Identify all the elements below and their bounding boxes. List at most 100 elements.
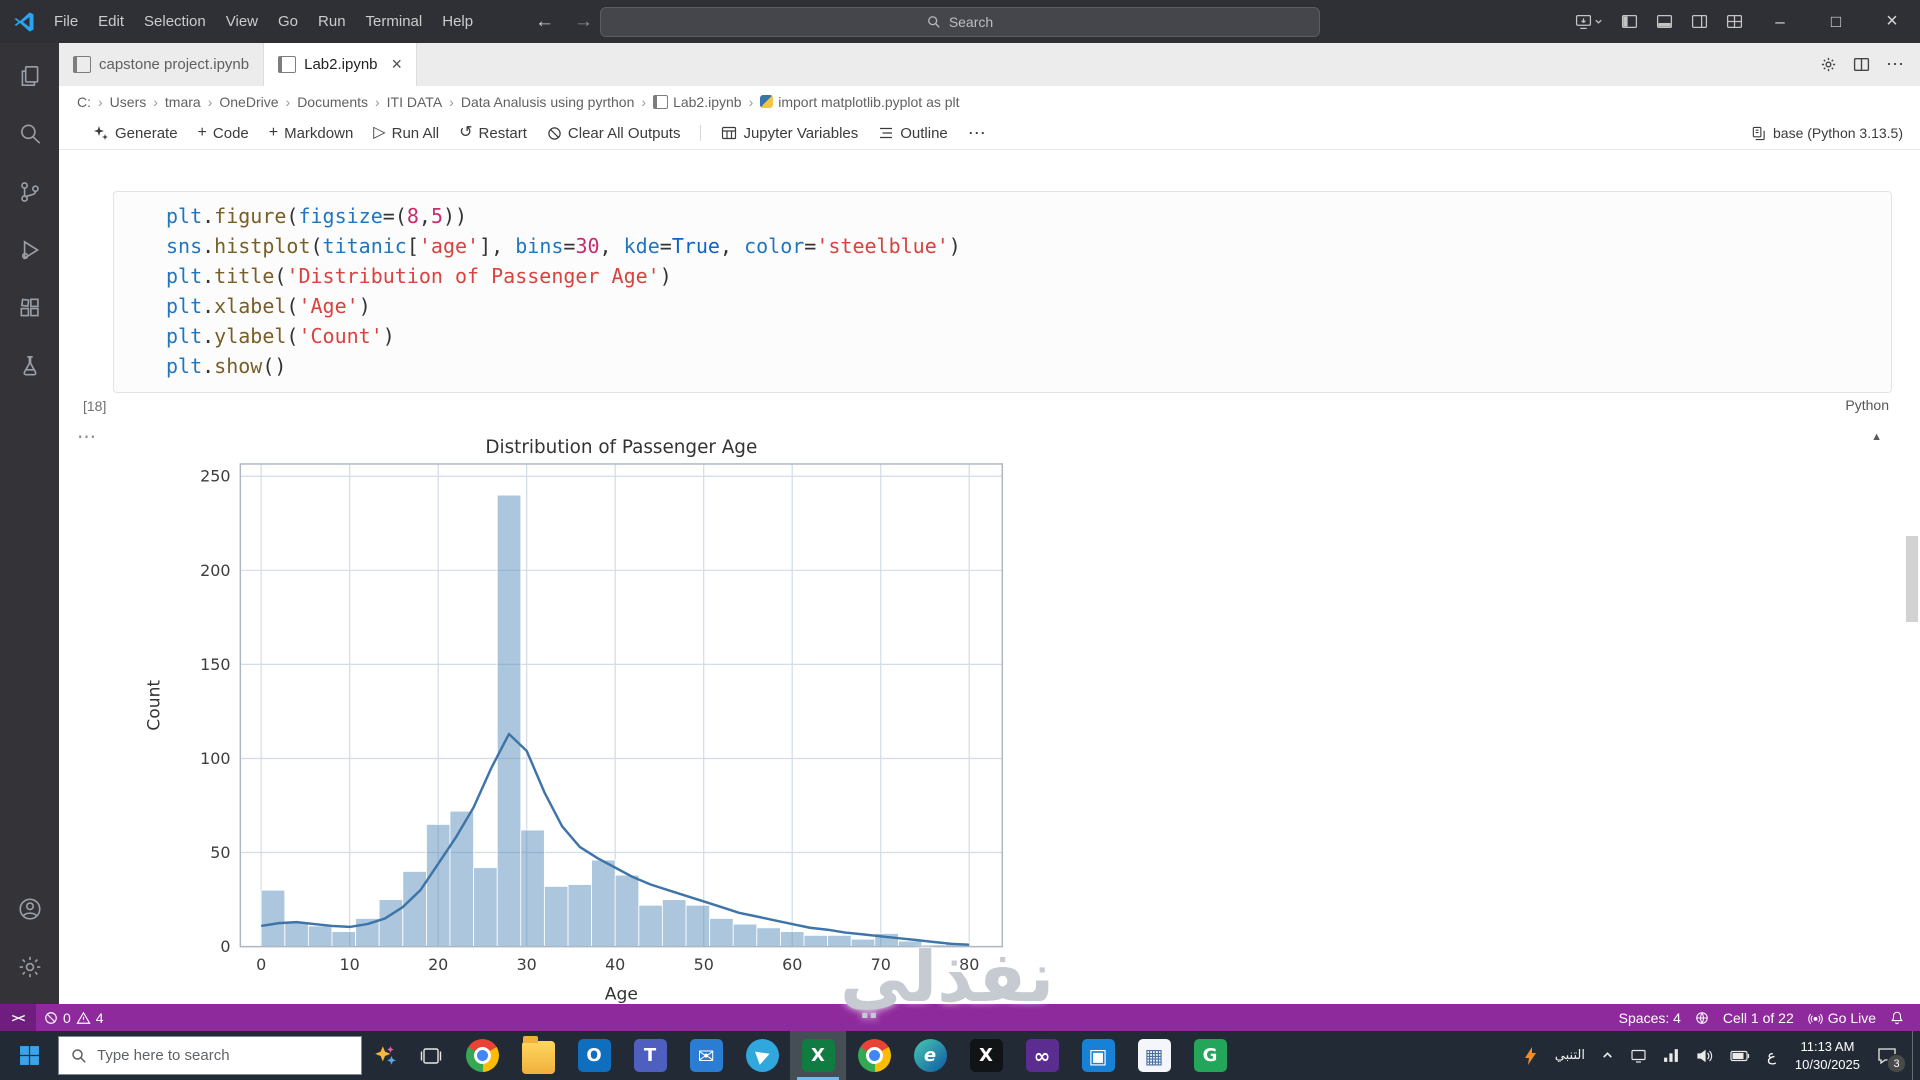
taskbar-app-chrome-2[interactable]	[846, 1031, 902, 1080]
breadcrumb: C:›Users›tmara›OneDrive›Documents›ITI DA…	[59, 86, 1920, 117]
taskbar-app-visual-studio[interactable]: ∞	[1014, 1031, 1070, 1080]
taskbar-app-excel[interactable]: X	[790, 1031, 846, 1080]
taskbar-app-file-explorer[interactable]	[510, 1031, 566, 1080]
more-actions-icon[interactable]: ⋯	[1886, 54, 1904, 75]
breadcrumb-item[interactable]: tmara	[165, 94, 201, 110]
tab-bar-tabs: capstone project.ipynbLab2.ipynb×	[59, 43, 417, 86]
run-all-button[interactable]: ▷ Run All	[373, 125, 439, 142]
taskbar-app-photos[interactable]: ▣	[1070, 1031, 1126, 1080]
notebook-toolbar: Generate + Code + Markdown ▷ Run All ↺ R…	[59, 117, 1920, 150]
kernel-picker[interactable]: base (Python 3.13.5)	[1751, 125, 1905, 141]
search-view-icon[interactable]	[6, 111, 54, 157]
search-input[interactable]: Search	[600, 7, 1320, 37]
menu-edit[interactable]: Edit	[88, 0, 134, 43]
globe-icon[interactable]	[1695, 1011, 1709, 1025]
search-icon	[927, 15, 941, 29]
explorer-icon[interactable]	[6, 53, 54, 99]
notifications-bell-icon[interactable]	[1890, 1010, 1904, 1025]
output-actions-icon[interactable]: ⋯	[77, 426, 97, 449]
customize-layout-icon[interactable]	[1566, 13, 1612, 30]
add-code-cell-button[interactable]: + Code	[198, 125, 249, 142]
tray-app-icon[interactable]	[1515, 1031, 1547, 1080]
network-signal-icon[interactable]	[1655, 1031, 1688, 1080]
breadcrumb-item[interactable]: Documents	[297, 94, 368, 110]
problems-indicator[interactable]: 0 4	[36, 1010, 112, 1026]
tray-ime-label[interactable]: التنبي	[1547, 1031, 1593, 1080]
notebook-settings-icon[interactable]	[1820, 56, 1837, 73]
outline-button[interactable]: Outline	[878, 125, 948, 142]
cell-position-indicator[interactable]: Cell 1 of 22	[1723, 1010, 1794, 1026]
taskbar-app-telegram[interactable]	[734, 1031, 790, 1080]
outlook-icon: O	[578, 1039, 611, 1072]
split-editor-icon[interactable]	[1853, 56, 1870, 73]
menu-view[interactable]: View	[216, 0, 268, 43]
menu-run[interactable]: Run	[308, 0, 356, 43]
menu-terminal[interactable]: Terminal	[356, 0, 433, 43]
taskbar-app-chrome[interactable]	[454, 1031, 510, 1080]
tab-capstone-project-ipynb[interactable]: capstone project.ipynb	[59, 43, 264, 86]
breadcrumb-item[interactable]: ITI DATA	[387, 94, 442, 110]
taskbar-app-table[interactable]: ▦	[1126, 1031, 1182, 1080]
breadcrumb-item[interactable]: Lab2.ipynb	[653, 94, 742, 110]
extensions-icon[interactable]	[6, 285, 54, 331]
breadcrumb-item[interactable]: C:	[77, 94, 91, 110]
toggle-sidebar-icon[interactable]	[1612, 13, 1647, 30]
tab-lab2-ipynb[interactable]: Lab2.ipynb×	[264, 43, 417, 86]
testing-flask-icon[interactable]	[6, 343, 54, 389]
menu-file[interactable]: File	[44, 0, 88, 43]
taskbar-app-edge[interactable]: e	[902, 1031, 958, 1080]
svg-text:10: 10	[340, 955, 360, 974]
source-control-icon[interactable]	[6, 169, 54, 215]
restart-button[interactable]: ↺ Restart	[459, 125, 527, 142]
breadcrumb-item[interactable]: Users	[110, 94, 147, 110]
scroll-top-icon[interactable]: ▲	[1871, 431, 1882, 443]
editor-scrollbar[interactable]	[1906, 536, 1918, 622]
breadcrumb-item[interactable]: OneDrive	[219, 94, 278, 110]
language-indicator[interactable]: ع	[1758, 1047, 1785, 1065]
toggle-panel-icon[interactable]	[1647, 13, 1682, 30]
menu-go[interactable]: Go	[268, 0, 308, 43]
account-icon[interactable]	[6, 886, 54, 932]
start-button[interactable]	[0, 1031, 58, 1080]
minimize-button[interactable]: –	[1752, 0, 1808, 43]
generate-button[interactable]: Generate	[93, 125, 178, 142]
notification-center-icon[interactable]: 3	[1870, 1031, 1912, 1080]
go-live-button[interactable]: Go Live	[1808, 1010, 1876, 1026]
maximize-button[interactable]: □	[1808, 0, 1864, 43]
taskbar-app-outlook[interactable]: O	[566, 1031, 622, 1080]
layout-grid-icon[interactable]	[1717, 13, 1752, 30]
cell-language-label[interactable]: Python	[1845, 397, 1889, 413]
show-desktop-button[interactable]	[1912, 1031, 1920, 1080]
remote-indicator[interactable]: ><	[0, 1004, 36, 1031]
close-button[interactable]: ×	[1864, 0, 1920, 43]
breadcrumb-item[interactable]: Data Analusis using pyrthon	[461, 94, 635, 110]
toolbar-more-icon[interactable]: ⋯	[968, 123, 986, 144]
taskbar-app-teams[interactable]: T	[622, 1031, 678, 1080]
settings-gear-icon[interactable]	[6, 944, 54, 990]
search-placeholder: Search	[949, 14, 993, 30]
clear-outputs-button[interactable]: Clear All Outputs	[547, 125, 681, 142]
code-cell[interactable]: plt.figure(figsize=(8,5))sns.histplot(ti…	[113, 191, 1892, 393]
close-icon[interactable]: ×	[392, 54, 403, 75]
volume-icon[interactable]	[1688, 1031, 1722, 1080]
taskbar-app-x[interactable]: X	[958, 1031, 1014, 1080]
menu-help[interactable]: Help	[432, 0, 483, 43]
cortana-sparkle-icon[interactable]	[362, 1031, 408, 1080]
taskbar-app-mail[interactable]: ✉	[678, 1031, 734, 1080]
jupyter-variables-button[interactable]: Jupyter Variables	[721, 125, 858, 142]
taskbar-app-green[interactable]: G	[1182, 1031, 1238, 1080]
battery-icon[interactable]	[1722, 1031, 1758, 1080]
clock[interactable]: 11:13 AM 10/30/2025	[1785, 1038, 1870, 1073]
toggle-secondary-sidebar-icon[interactable]	[1682, 13, 1717, 30]
taskbar-search-input[interactable]: Type here to search	[58, 1036, 362, 1075]
back-arrow-icon[interactable]: ←	[535, 11, 554, 33]
breadcrumb-item[interactable]: import matplotlib.pyplot as plt	[760, 94, 959, 110]
hidden-icons-chevron[interactable]	[1593, 1031, 1622, 1080]
task-view-icon[interactable]	[408, 1031, 454, 1080]
add-markdown-cell-button[interactable]: + Markdown	[269, 125, 354, 142]
spaces-indicator[interactable]: Spaces: 4	[1619, 1010, 1681, 1026]
run-debug-icon[interactable]	[6, 227, 54, 273]
menu-selection[interactable]: Selection	[134, 0, 216, 43]
monitor-icon[interactable]	[1622, 1031, 1655, 1080]
forward-arrow-icon[interactable]: →	[574, 11, 593, 33]
